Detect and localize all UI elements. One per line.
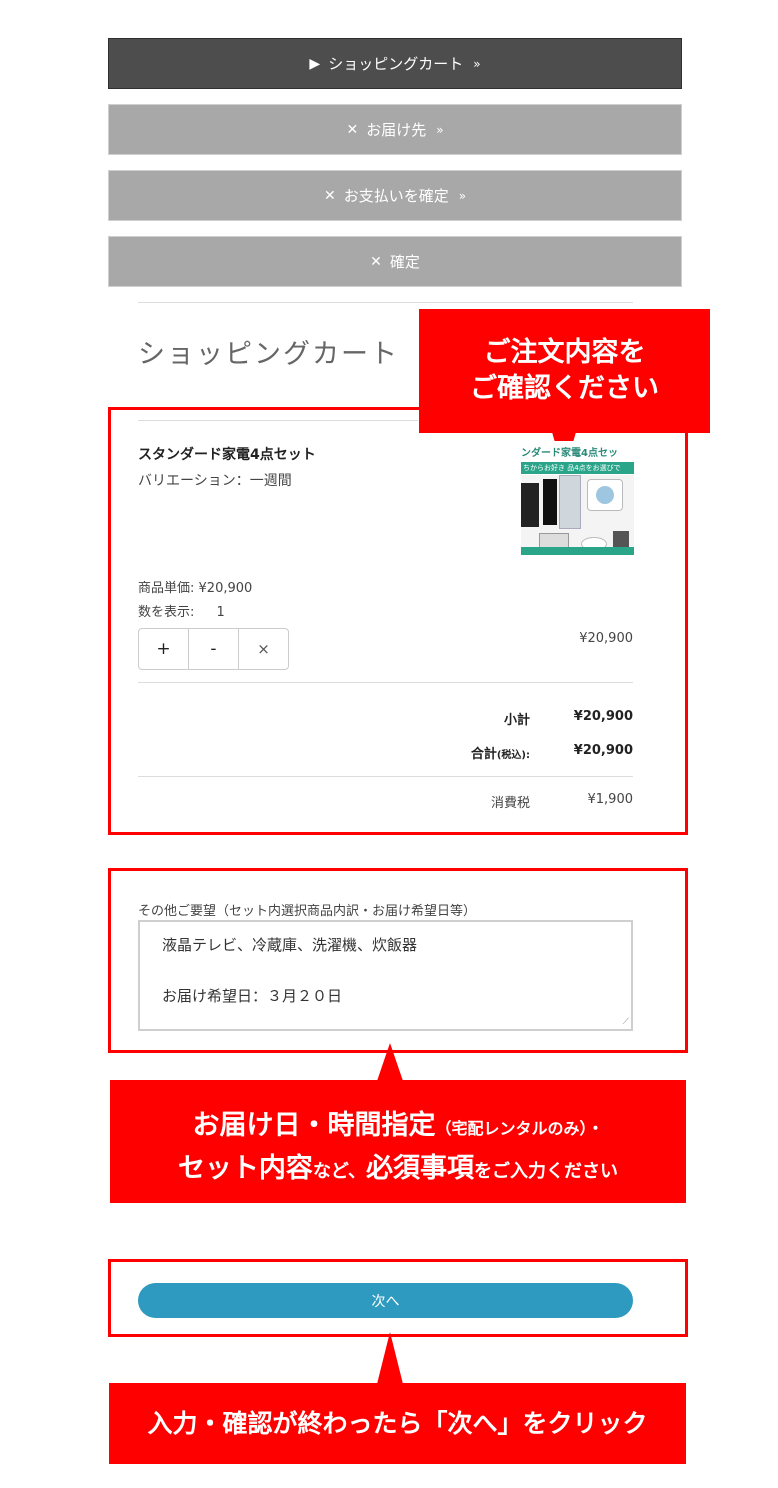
callout-text: （宅配レンタルのみ）・ — [435, 1119, 604, 1138]
unit-price-row: 商品単価: ¥20,900 — [138, 577, 252, 596]
decrease-button[interactable]: - — [189, 629, 239, 669]
callout-pointer — [377, 1043, 403, 1081]
product-variation: バリエーション：一週間 — [138, 473, 292, 489]
chevron-double-right-icon: » — [473, 56, 481, 71]
appliance-photo — [521, 475, 634, 555]
image-banner-subtext: ちからお好き 品4点をお選びで — [521, 462, 634, 474]
divider — [138, 302, 633, 303]
callout-text: セット内容 — [177, 1153, 313, 1184]
step-delivery-address[interactable]: ✕ お届け先 » — [108, 104, 682, 155]
callout-text: お届け日・時間指定 — [192, 1110, 436, 1141]
tax-value: ¥1,900 — [587, 792, 634, 807]
divider — [138, 776, 633, 777]
callout-text: ご注文内容を — [483, 337, 646, 368]
unit-price-value: ¥20,900 — [198, 581, 253, 596]
callout-text: をご入力ください — [474, 1161, 619, 1182]
tv-icon — [521, 483, 539, 527]
step-confirm-payment[interactable]: ✕ お支払いを確定 » — [108, 170, 682, 221]
product-name[interactable]: スタンダード家電4点セット — [138, 444, 316, 464]
total-value: ¥20,900 — [573, 743, 633, 758]
unit-price-label: 商品単価: — [138, 581, 195, 596]
chevron-double-right-icon: » — [458, 188, 467, 203]
close-icon: ✕ — [323, 187, 336, 204]
step-label: 確定 — [389, 253, 420, 271]
close-icon: ✕ — [370, 253, 382, 270]
step-label: お届け先 — [366, 121, 427, 139]
washer-icon — [587, 479, 623, 511]
subtotal-label: 小計 — [503, 713, 530, 728]
callout-pointer — [377, 1332, 403, 1384]
quantity-row: 数を表示: 1 — [138, 601, 225, 620]
step-confirm[interactable]: ✕ 確定 — [108, 236, 682, 287]
callout-line: お届け日・時間指定（宅配レンタルのみ）・ — [110, 1106, 686, 1149]
notes-label: その他ご要望（セット内選択商品内訳・お届け希望日等） — [138, 904, 477, 919]
increase-button[interactable]: + — [139, 629, 189, 669]
image-banner-text: ンダード家電4点セッ — [521, 448, 618, 459]
resize-handle-icon[interactable]: ⟋ — [623, 1018, 629, 1027]
quantity-value: 1 — [216, 605, 225, 620]
total-label: 合計(税込): — [380, 743, 530, 762]
play-icon: ▶ — [309, 55, 321, 72]
quantity-stepper: + - × — [138, 628, 289, 670]
notes-line: お届け希望日：３月２０日 — [162, 987, 343, 1005]
callout-text: ご確認ください — [470, 373, 659, 404]
divider — [138, 420, 418, 421]
notes-textarea[interactable]: 液晶テレビ、冷蔵庫、洗濯機、炊飯器 お届け希望日：３月２０日 ⟋ — [138, 920, 633, 1031]
step-label: お支払いを確定 — [343, 187, 449, 205]
image-footer-band — [521, 547, 634, 555]
callout-text: 入力・確認が終わったら「次へ」をクリック — [147, 1409, 648, 1438]
callout-line: セット内容など、必須事項をご入力ください — [110, 1149, 686, 1192]
callout-text: 必須事項 — [366, 1153, 475, 1184]
step-label: ショッピングカート — [328, 55, 464, 73]
tv-icon — [543, 479, 557, 525]
required-fields-callout: お届け日・時間指定（宅配レンタルのみ）・ セット内容など、必須事項をご入力くださ… — [110, 1080, 686, 1203]
quantity-label: 数を表示: — [138, 605, 195, 620]
total-label-text: 合計 — [470, 747, 497, 762]
line-total: ¥20,900 — [579, 631, 633, 646]
tax-label: 消費税 — [490, 796, 530, 811]
subtotal-value: ¥20,900 — [573, 709, 633, 724]
chevron-double-right-icon: » — [436, 122, 444, 137]
divider — [138, 682, 633, 683]
callout-text: など、 — [312, 1161, 367, 1182]
fridge-icon — [559, 475, 581, 529]
step-shopping-cart[interactable]: ▶ ショッピングカート » — [108, 38, 682, 89]
next-instruction-callout: 入力・確認が終わったら「次へ」をクリック — [109, 1383, 686, 1464]
confirm-order-callout: ご注文内容を ご確認ください — [419, 309, 710, 433]
notes-line: 液晶テレビ、冷蔵庫、洗濯機、炊飯器 — [162, 936, 418, 954]
total-label-small: (税込): — [496, 750, 530, 761]
image-banner: ンダード家電4点セッ ちからお好き 品4点をお選びで — [521, 441, 634, 475]
remove-button[interactable]: × — [239, 629, 288, 669]
next-button[interactable]: 次へ — [138, 1283, 633, 1318]
close-icon: ✕ — [346, 121, 359, 138]
page-title: ショッピングカート — [138, 339, 399, 370]
product-image[interactable]: ンダード家電4点セッ ちからお好き 品4点をお選びで — [521, 441, 634, 555]
